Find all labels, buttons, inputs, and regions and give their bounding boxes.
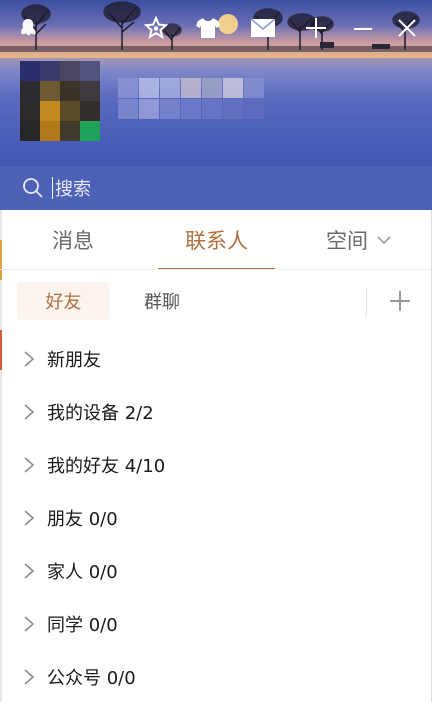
group-label: 我的设备 2/2 [47,402,154,424]
contact-group-list: 新朋友 我的设备 2/2 我的好友 4/10 朋友 0/0 家人 0/0 同学 … [0,332,432,702]
nickname-blurred [118,78,264,120]
search-input[interactable]: 搜索 [0,166,432,210]
group-label: 同学 0/0 [47,614,118,636]
text-caret [52,177,53,199]
list-item[interactable]: 同学 0/0 [0,597,432,650]
chevron-right-icon [24,509,35,526]
chevron-right-icon [24,615,35,632]
chevron-right-icon [24,456,35,473]
profile-header: 搜索 [0,0,432,210]
tab-label: 空间 [326,229,368,253]
list-item[interactable]: 朋友 0/0 [0,491,432,544]
tab-label: 消息 [52,229,94,253]
main-tabs: 消息 联系人 空间 [0,210,432,270]
group-label: 家人 0/0 [47,561,118,583]
group-label: 新朋友 [47,349,101,371]
subtab-label: 群聊 [144,292,180,313]
plus-icon [390,291,410,311]
chevron-right-icon [24,668,35,685]
group-label: 公众号 0/0 [47,667,136,689]
chevron-right-icon [24,562,35,579]
plus-icon[interactable] [302,14,330,42]
add-contact-button[interactable] [385,286,415,316]
subtab-groups[interactable]: 群聊 [116,282,208,320]
list-item[interactable]: 家人 0/0 [0,544,432,597]
star-icon[interactable] [142,14,170,42]
tab-space[interactable]: 空间 [300,210,418,270]
chevron-right-icon [24,350,35,367]
subtab-friends[interactable]: 好友 [17,282,110,320]
chevron-down-icon [377,236,391,245]
tab-contacts[interactable]: 联系人 [158,210,275,270]
subtab-label: 好友 [45,292,82,313]
title-bar [0,0,432,56]
avatar[interactable] [20,61,100,141]
divider [366,287,367,317]
tab-messages[interactable]: 消息 [14,210,132,270]
list-item[interactable]: 我的设备 2/2 [0,385,432,438]
close-icon[interactable] [393,14,421,42]
tshirt-icon[interactable] [194,14,222,42]
sub-tabs: 好友 群聊 [0,270,432,330]
tab-label: 联系人 [185,229,248,253]
list-item[interactable]: 公众号 0/0 [0,650,432,702]
search-icon [23,178,43,198]
list-item[interactable]: 我的好友 4/10 [0,438,432,491]
group-label: 朋友 0/0 [47,508,118,530]
mail-icon[interactable] [249,14,277,42]
group-label: 我的好友 4/10 [47,455,166,477]
chevron-right-icon [24,403,35,420]
app-logo-icon[interactable] [14,14,42,42]
minimize-icon[interactable] [349,14,377,42]
list-item[interactable]: 新朋友 [0,332,432,385]
search-placeholder: 搜索 [55,179,91,200]
